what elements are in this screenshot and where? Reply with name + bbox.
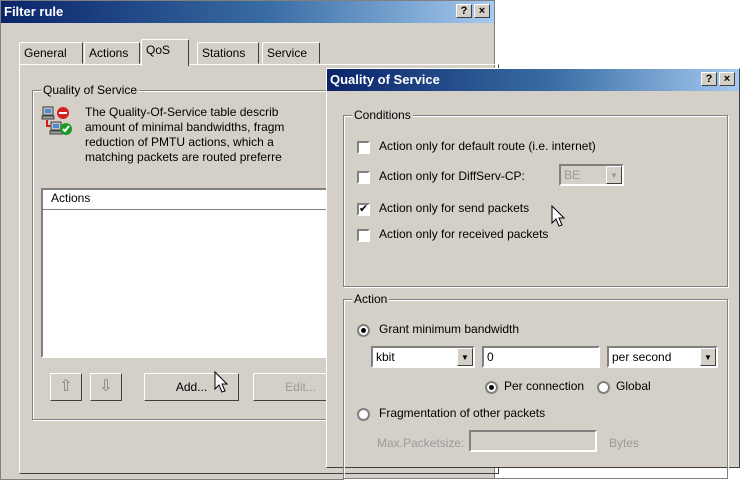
conditions-group: Conditions Action only for default route…	[343, 108, 728, 287]
tab-actions[interactable]: Actions	[84, 42, 140, 64]
description-line: reduction of PMTU actions, which a	[85, 135, 274, 149]
max-packetsize-label: Max.Packetsize:	[377, 436, 465, 450]
mouse-cursor-icon	[214, 370, 230, 398]
move-up-button[interactable]: ⇧	[50, 373, 82, 401]
diffserv-checkbox[interactable]	[357, 171, 370, 184]
qos-dialog-title: Quality of Service	[330, 72, 440, 87]
per-connection-radio[interactable]	[485, 381, 498, 394]
per-connection-label: Per connection	[504, 379, 585, 393]
global-label: Global	[616, 379, 651, 393]
arrow-down-icon: ⇩	[99, 378, 113, 395]
help-button[interactable]: ?	[701, 72, 717, 86]
diffserv-value: BE	[564, 168, 581, 182]
arrow-up-icon: ⇧	[59, 378, 73, 395]
description-line: The Quality-Of-Service table describ	[85, 105, 279, 119]
grant-bandwidth-label: Grant minimum bandwidth	[379, 322, 520, 336]
actions-list[interactable]: Actions	[41, 188, 341, 358]
filter-rule-title: Filter rule	[4, 4, 64, 19]
tab-stations[interactable]: Stations	[197, 42, 259, 64]
chevron-down-icon: ▼	[606, 166, 622, 184]
unit-select[interactable]: kbit ▼	[371, 346, 475, 368]
chevron-down-icon: ▼	[700, 348, 716, 366]
bytes-label: Bytes	[609, 436, 640, 450]
bandwidth-value: 0	[487, 350, 494, 364]
qos-description: The Quality-Of-Service table describ amo…	[85, 105, 325, 165]
conditions-label: Conditions	[352, 108, 413, 122]
fragmentation-label: Fragmentation of other packets	[379, 406, 546, 420]
filter-rule-titlebar: Filter rule ? ×	[1, 1, 494, 23]
send-packets-label: Action only for send packets	[379, 201, 530, 215]
grant-bandwidth-radio[interactable]	[357, 324, 370, 337]
network-qos-icon	[41, 105, 73, 137]
tab-general[interactable]: General	[19, 42, 83, 64]
default-route-checkbox[interactable]	[357, 141, 370, 154]
description-line: amount of minimal bandwidths, fragm	[85, 120, 285, 134]
received-packets-checkbox[interactable]	[357, 229, 370, 242]
action-group: Action Grant minimum bandwidth kbit ▼ 0 …	[343, 292, 728, 479]
qos-titlebar: Quality of Service ? ×	[327, 69, 739, 91]
unit-value: kbit	[376, 350, 395, 364]
move-down-button[interactable]: ⇩	[90, 373, 122, 401]
close-button[interactable]: ×	[474, 4, 490, 18]
bandwidth-input[interactable]: 0	[482, 346, 600, 368]
qos-dialog: Quality of Service ? × Conditions Action…	[326, 68, 740, 479]
close-button[interactable]: ×	[719, 72, 735, 86]
action-label: Action	[352, 292, 390, 306]
diffserv-select[interactable]: BE ▼	[559, 164, 624, 186]
diffserv-label: Action only for DiffServ-CP:	[379, 169, 525, 183]
actions-list-header: Actions	[43, 190, 339, 210]
received-packets-label: Action only for received packets	[379, 227, 549, 241]
tab-service[interactable]: Service	[262, 42, 320, 64]
chevron-down-icon: ▼	[457, 348, 473, 366]
qos-group-label: Quality of Service	[41, 83, 140, 97]
fragmentation-radio[interactable]	[357, 408, 370, 421]
default-route-label: Action only for default route (i.e. inte…	[379, 139, 596, 153]
mouse-cursor-icon	[551, 204, 567, 232]
send-packets-checkbox[interactable]: ✔	[357, 203, 370, 216]
description-line: matching packets are routed preferre	[85, 150, 282, 164]
tab-qos[interactable]: QoS	[141, 39, 189, 66]
global-radio[interactable]	[597, 381, 610, 394]
help-button[interactable]: ?	[456, 4, 472, 18]
period-select[interactable]: per second ▼	[607, 346, 718, 368]
max-packetsize-input[interactable]	[469, 430, 597, 452]
period-value: per second	[612, 350, 672, 364]
